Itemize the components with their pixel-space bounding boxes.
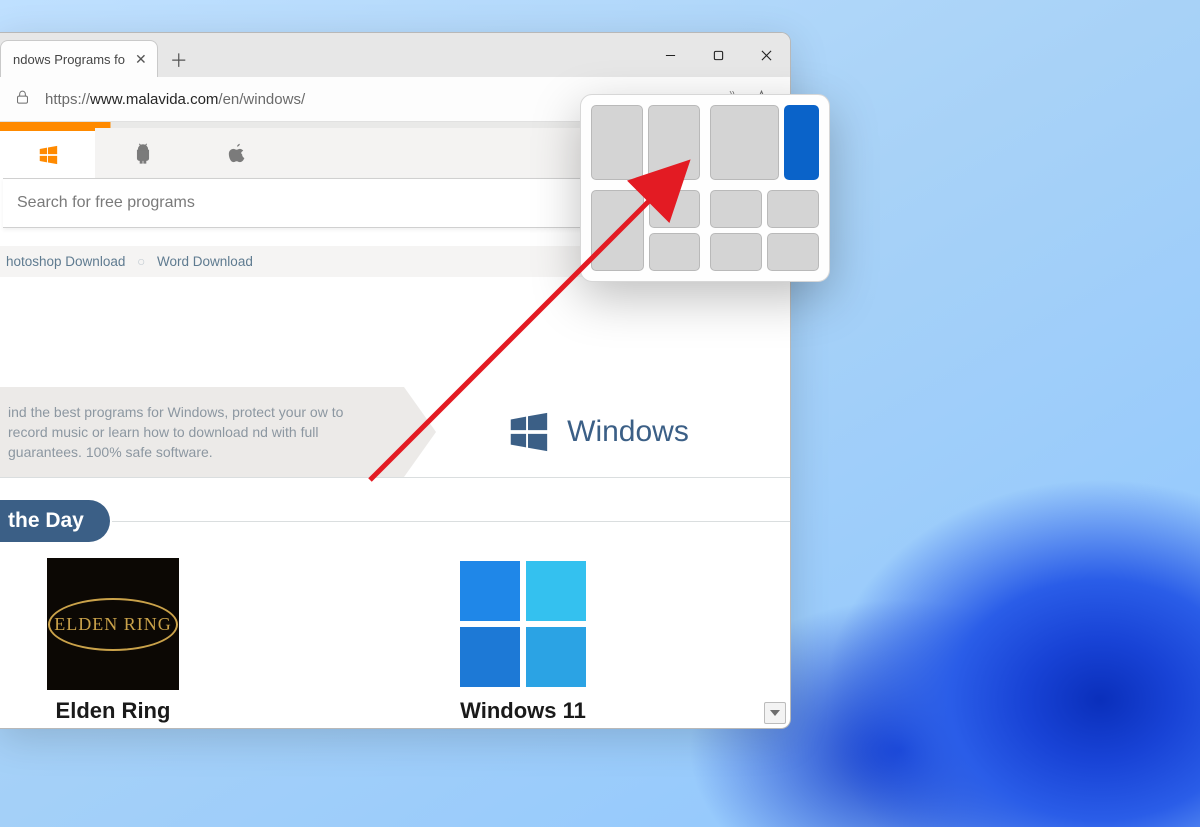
app-card[interactable]: ELDEN RING Elden Ring [28,558,198,728]
app-thumb-elden-ring: ELDEN RING [47,558,179,690]
section-title: the Day [0,500,110,542]
app-thumb-windows11 [457,558,589,690]
section-heading: the Day [0,500,790,542]
snap-cell[interactable] [591,190,644,272]
snap-layouts-popover [580,94,830,282]
close-window-button[interactable] [742,33,790,77]
app-card-row: ELDEN RING Elden Ring Windows 11 [0,542,790,728]
snap-layout-split-2 [591,105,700,180]
platform-tab-apple[interactable] [190,128,285,178]
snap-cell[interactable] [591,105,643,180]
windows-logo-icon [505,409,551,455]
snap-cell[interactable] [648,105,700,180]
url-host: www.malavida.com [90,91,218,108]
maximize-button[interactable] [694,33,742,77]
hero-tagline: ind the best programs for Windows, prote… [0,387,404,477]
snap-cell[interactable] [710,233,762,271]
title-bar: ndows Programs fo ✕ ＋ [0,33,790,77]
snap-cell[interactable] [649,190,700,228]
url-scheme: https:// [45,91,90,108]
close-tab-icon[interactable]: ✕ [135,51,147,68]
platform-tab-windows[interactable] [0,128,95,178]
url-text[interactable]: https://www.malavida.com/en/windows/ [45,91,305,108]
snap-cell[interactable] [649,233,700,271]
platform-tab-android[interactable] [95,128,190,178]
browser-tab[interactable]: ndows Programs fo ✕ [0,40,158,77]
app-name: Windows 11 [460,698,586,724]
snap-layout-two-thirds [710,105,819,180]
hero-title: Windows [567,415,689,449]
quick-link[interactable]: Word Download [157,254,253,269]
tab-title: ndows Programs fo [13,52,125,67]
snap-cell-selected[interactable] [784,105,819,180]
url-path: /en/windows/ [218,91,305,108]
hero-banner: ind the best programs for Windows, prote… [0,387,790,477]
app-name: Elden Ring [56,698,171,724]
snap-layout-split-then-stack [591,190,700,272]
snap-layout-quad [710,190,819,272]
separator-icon: ○ [137,254,145,269]
app-card[interactable]: Windows 11 [438,558,608,728]
quick-link[interactable]: hotoshop Download [6,254,125,269]
snap-cell[interactable] [710,190,762,228]
minimize-button[interactable] [646,33,694,77]
new-tab-button[interactable]: ＋ [162,43,196,77]
scroll-down-button[interactable] [764,702,786,724]
snap-cell[interactable] [767,190,819,228]
site-info-icon[interactable] [14,89,31,110]
snap-cell[interactable] [710,105,779,180]
snap-cell[interactable] [767,233,819,271]
hero-logo: Windows [404,409,790,455]
window-controls [646,33,790,77]
search-placeholder: Search for free programs [17,194,195,212]
